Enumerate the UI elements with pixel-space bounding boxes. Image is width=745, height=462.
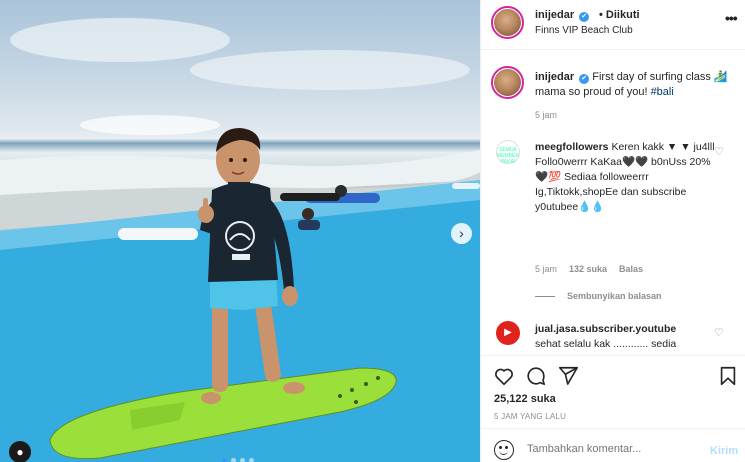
verified-badge-icon: ✔ [579, 12, 590, 22]
post-photo[interactable]: › ● [0, 0, 480, 462]
comment-text: sehat selalu kak ............ sedia [535, 338, 677, 350]
follow-status-text[interactable]: Diikuti [606, 9, 640, 21]
share-icon[interactable] [557, 365, 579, 387]
emoji-icon[interactable] [494, 440, 514, 460]
caption-username[interactable]: inijedar [535, 71, 574, 83]
comment-username[interactable]: jual.jasa.subscriber.youtube [535, 323, 676, 335]
bookmark-icon[interactable] [717, 365, 739, 387]
add-comment-bar: Kirim [481, 428, 745, 462]
more-options-icon[interactable]: ••• [725, 10, 738, 26]
commenter-avatar[interactable]: ▶ [496, 321, 520, 345]
carousel-dots [222, 458, 254, 462]
comment-item: meegfollowers Keren kakk ▼ ▼ ju4lll Foll… [535, 140, 715, 215]
send-comment-button[interactable]: Kirim [710, 445, 738, 457]
carousel-dot [240, 458, 245, 462]
author-username-text[interactable]: inijedar [535, 9, 574, 21]
surf-photo-illustration [0, 18, 480, 462]
follow-status[interactable]: • Diikuti [599, 9, 640, 21]
separator-dot: • [599, 9, 603, 21]
comment-meta: 5 jam 132 suka Balas [535, 264, 643, 274]
post-header: inijedar ✔ • Diikuti Finns VIP Beach Clu… [481, 0, 745, 50]
comment-like-heart-icon[interactable]: ♡ [714, 326, 724, 339]
carousel-next-arrow-icon[interactable]: › [451, 223, 472, 244]
caption-hashtag[interactable]: #bali [651, 86, 674, 98]
post-timestamp[interactable]: 5 JAM YANG LALU [494, 412, 566, 421]
heart-icon[interactable] [493, 365, 515, 387]
comment-icon[interactable] [525, 365, 547, 387]
post-actions: 25,122 suka 5 JAM YANG LALU [481, 355, 745, 425]
commenter-avatar[interactable]: SEMUA MEMBER PAKAI [496, 140, 520, 165]
comment-time[interactable]: 5 jam [535, 264, 557, 274]
caption-time[interactable]: 5 jam [535, 110, 557, 120]
post-side-panel: inijedar ✔ • Diikuti Finns VIP Beach Clu… [480, 0, 745, 462]
like-count[interactable]: 25,122 suka [494, 393, 556, 405]
post-location[interactable]: Finns VIP Beach Club [535, 25, 633, 36]
author-avatar[interactable] [491, 6, 524, 39]
comment-like-heart-icon[interactable]: ♡ [714, 145, 724, 158]
carousel-dot [231, 458, 236, 462]
caption-author-avatar[interactable] [491, 66, 524, 99]
comment-item: jual.jasa.subscriber.youtube sehat selal… [535, 322, 715, 352]
author-username[interactable]: inijedar ✔ [535, 9, 590, 22]
reply-button[interactable]: Balas [619, 264, 643, 274]
comment-input[interactable] [527, 443, 687, 455]
post-caption: inijedar ✔ First day of surfing class 🏄‍… [535, 70, 740, 100]
carousel-dot [222, 458, 227, 462]
hide-replies-button[interactable]: Sembunyikan balasan [535, 291, 662, 301]
carousel-dot [249, 458, 254, 462]
verified-badge-icon: ✔ [579, 74, 590, 84]
user-tag-icon[interactable]: ● [9, 441, 31, 462]
comment-username[interactable]: meegfollowers [535, 141, 609, 153]
comment-like-count[interactable]: 132 suka [569, 264, 607, 274]
